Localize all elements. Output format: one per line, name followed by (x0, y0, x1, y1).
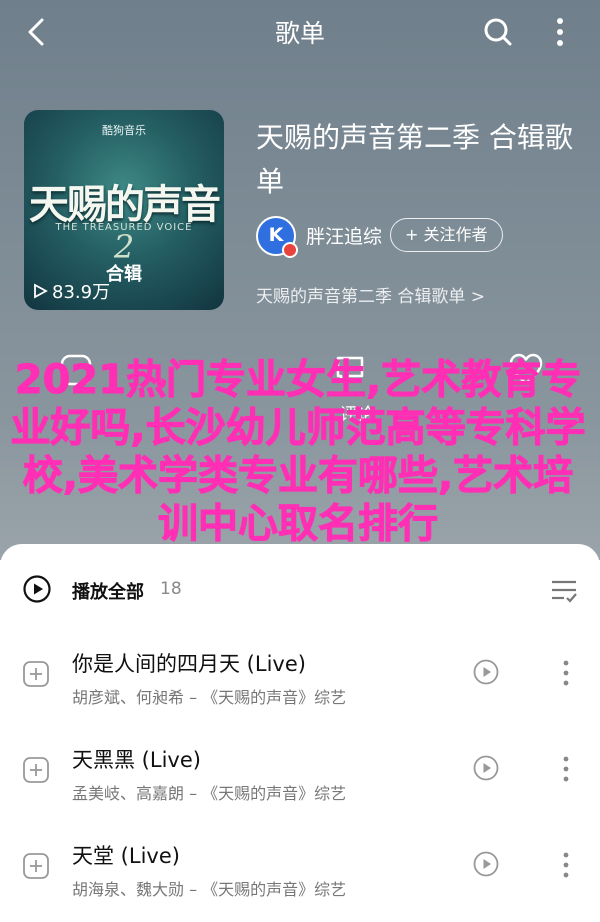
avatar[interactable]: K (256, 216, 298, 258)
video-play-icon[interactable] (472, 850, 500, 878)
song-title: 天黑黑 (Live) (72, 748, 201, 772)
song-title: 天堂 (Live) (72, 844, 180, 868)
list-item[interactable]: 天堂 (Live) 胡海泉、魏大勋 – 《天赐的声音》综艺 (0, 826, 600, 922)
list-item[interactable]: 你是人间的四月天 (Live) 胡彦斌、何昶希 – 《天赐的声音》综艺 (0, 634, 600, 730)
play-all-row[interactable]: 播放全部 18 (0, 544, 600, 634)
list-item[interactable]: 天黑黑 (Live) 孟美岐、高嘉朗 – 《天赐的声音》综艺 (0, 730, 600, 826)
more-vertical-icon[interactable] (552, 848, 580, 882)
watermark-overlay-text: 2021热门专业女生,艺术教育专业好吗,长沙幼儿师范高等专科学校,美术学类专业有… (10, 357, 586, 548)
song-count: 18 (160, 579, 182, 599)
search-icon[interactable] (478, 12, 518, 52)
more-vertical-icon[interactable] (552, 656, 580, 690)
source-link[interactable]: 天赐的声音第二季 合辑歌单 > (256, 282, 485, 307)
multi-select-icon[interactable] (548, 574, 580, 606)
more-vertical-icon[interactable] (540, 12, 580, 52)
video-play-icon[interactable] (472, 658, 500, 686)
follow-button[interactable]: + 关注作者 (390, 218, 503, 252)
song-artists: 孟美岐、高嘉朗 – 《天赐的声音》综艺 (72, 784, 347, 803)
cover-brand: 酷狗音乐 (102, 124, 146, 137)
album-title: 天赐的声音第二季 合辑歌单 (256, 121, 573, 198)
add-to-list-icon[interactable] (22, 756, 50, 784)
song-artists: 胡海泉、魏大勋 – 《天赐的声音》综艺 (72, 880, 347, 899)
song-title: 你是人间的四月天 (Live) (72, 652, 306, 676)
play-all-label[interactable]: 播放全部 (72, 578, 144, 604)
song-artists: 胡彦斌、何昶希 – 《天赐的声音》综艺 (72, 688, 347, 707)
add-to-list-icon[interactable] (22, 660, 50, 688)
video-play-icon[interactable] (472, 754, 500, 782)
more-vertical-icon[interactable] (552, 752, 580, 786)
album-cover[interactable]: 酷狗音乐 天赐的声音 THE TREASURED VOICE 2 合辑 83.9… (24, 110, 224, 310)
verified-badge-icon (282, 242, 298, 258)
top-bar: 歌单 (0, 0, 600, 64)
curator-name[interactable]: 胖汪追综 (306, 222, 382, 249)
add-to-list-icon[interactable] (22, 852, 50, 880)
play-outline-icon (34, 283, 48, 299)
play-circle-icon[interactable] (22, 574, 52, 604)
play-count: 83.9万 (32, 278, 110, 304)
play-count-value: 83.9万 (52, 282, 111, 303)
